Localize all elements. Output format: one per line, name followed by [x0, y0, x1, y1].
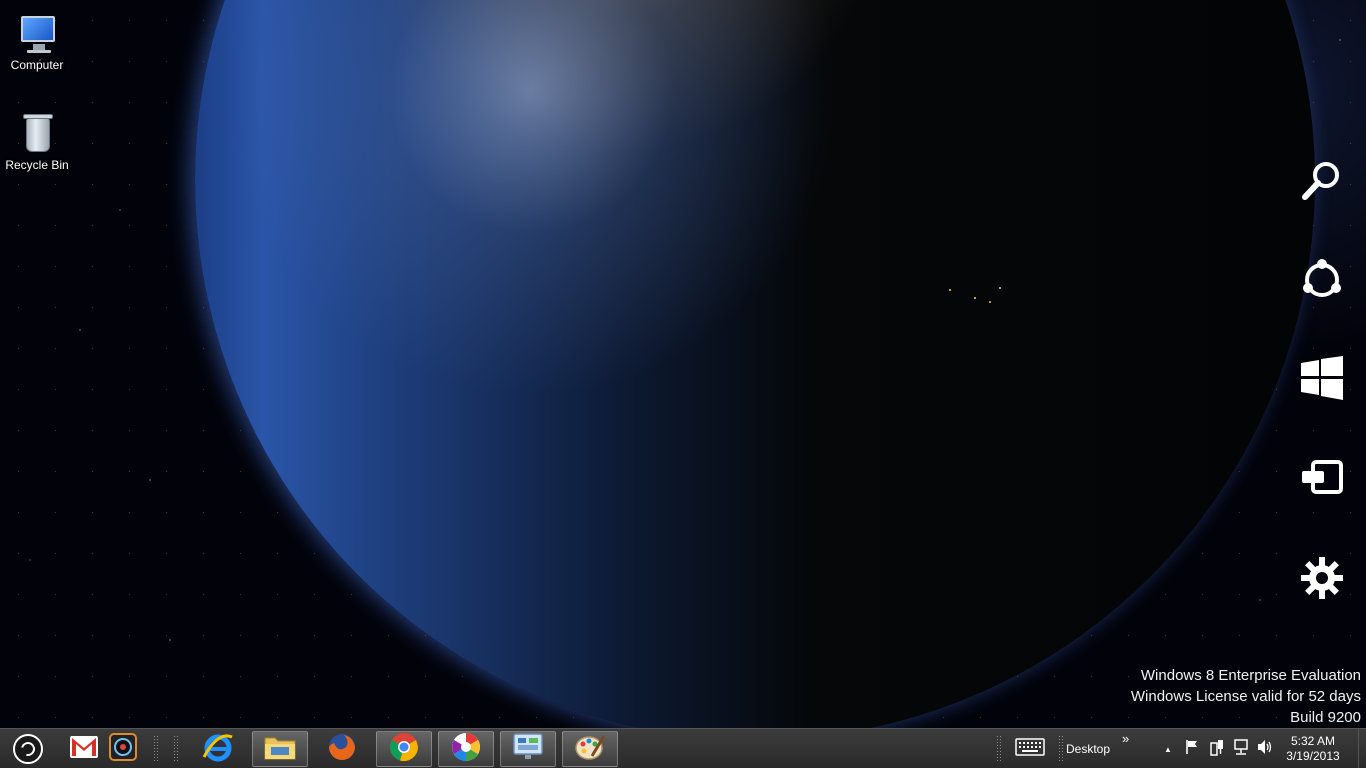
- file-explorer-icon: [263, 733, 297, 765]
- internet-explorer-icon: [202, 731, 234, 767]
- charm-search[interactable]: [1292, 150, 1352, 210]
- search-icon: [1299, 157, 1345, 203]
- desktop-icon-recycle-bin[interactable]: Recycle Bin: [0, 110, 74, 172]
- gear-icon: [1300, 556, 1344, 600]
- taskbar-button-chrome[interactable]: [376, 731, 432, 767]
- taskbar-clock[interactable]: 5:32 AM 3/19/2013: [1278, 734, 1348, 764]
- gmail-icon: [69, 735, 99, 763]
- show-desktop-button[interactable]: [1358, 729, 1366, 768]
- watermark-build: Build 9200: [1290, 709, 1361, 726]
- desktop-wallpaper: [0, 0, 1366, 728]
- tray-network[interactable]: [1230, 731, 1252, 767]
- taskbar-button-file-explorer[interactable]: [252, 731, 308, 767]
- toolbar-grip[interactable]: [1058, 735, 1064, 763]
- clock-date: 3/19/2013: [1286, 749, 1340, 763]
- taskbar-button-camera[interactable]: [104, 731, 142, 767]
- camera-icon: [109, 733, 137, 765]
- desktop-icon-label: Recycle Bin: [5, 158, 69, 172]
- volume-icon: [1256, 739, 1274, 759]
- control-panel-icon: [511, 732, 545, 766]
- charm-share[interactable]: [1292, 250, 1352, 310]
- watermark-edition: Windows 8 Enterprise Evaluation: [1140, 667, 1361, 684]
- paint-icon: [574, 732, 606, 766]
- windows-logo-icon: [1299, 355, 1345, 401]
- toolbar-grip[interactable]: [173, 735, 179, 763]
- taskbar-button-paint[interactable]: [562, 731, 618, 767]
- desktop-toolbar-label: Desktop: [1066, 742, 1111, 756]
- start-orb-icon: [13, 734, 43, 764]
- toolbar-chevron-icon[interactable]: »: [1122, 731, 1129, 746]
- keyboard-icon: [1015, 738, 1045, 760]
- tray-action-center[interactable]: [1182, 731, 1202, 767]
- share-icon: [1298, 256, 1346, 304]
- recycle-bin-icon: [13, 110, 61, 156]
- network-icon: [1233, 738, 1249, 760]
- desktop-toolbar[interactable]: Desktop »: [1066, 731, 1140, 767]
- computer-icon: [13, 10, 61, 56]
- evaluation-watermark: Windows 8 Enterprise Evaluation Windows …: [1131, 665, 1361, 728]
- desktop-icon-label: Computer: [10, 58, 64, 72]
- charm-start[interactable]: [1292, 348, 1352, 408]
- taskbar-button-picasa[interactable]: [438, 731, 494, 767]
- touch-keyboard-button[interactable]: [1012, 731, 1048, 767]
- clock-time: 5:32 AM: [1290, 734, 1336, 748]
- firefox-icon: [326, 731, 358, 767]
- charm-devices[interactable]: [1292, 448, 1352, 508]
- taskbar-button-gmail[interactable]: [66, 731, 102, 767]
- devices-icon: [1299, 458, 1345, 498]
- start-button[interactable]: [6, 731, 50, 767]
- power-icon: [1209, 738, 1225, 760]
- action-center-flag-icon: [1185, 739, 1199, 759]
- charm-settings[interactable]: [1292, 548, 1352, 608]
- taskbar: Desktop » ▲ 5:32 AM 3/19/2013: [0, 728, 1366, 768]
- picasa-icon: [450, 731, 482, 767]
- show-hidden-icons-button[interactable]: ▲: [1160, 731, 1176, 767]
- tray-volume[interactable]: [1254, 731, 1276, 767]
- watermark-license: Windows License valid for 52 days: [1130, 688, 1361, 705]
- taskbar-button-internet-explorer[interactable]: [190, 731, 246, 767]
- taskbar-button-firefox[interactable]: [314, 731, 370, 767]
- desktop-icon-computer[interactable]: Computer: [0, 10, 74, 72]
- city-lights: [930, 280, 1020, 310]
- chrome-icon: [388, 731, 420, 767]
- tray-power[interactable]: [1206, 731, 1228, 767]
- taskbar-button-control-panel[interactable]: [500, 731, 556, 767]
- toolbar-grip[interactable]: [153, 735, 159, 763]
- toolbar-grip[interactable]: [996, 735, 1002, 763]
- chevron-up-icon: ▲: [1164, 744, 1172, 754]
